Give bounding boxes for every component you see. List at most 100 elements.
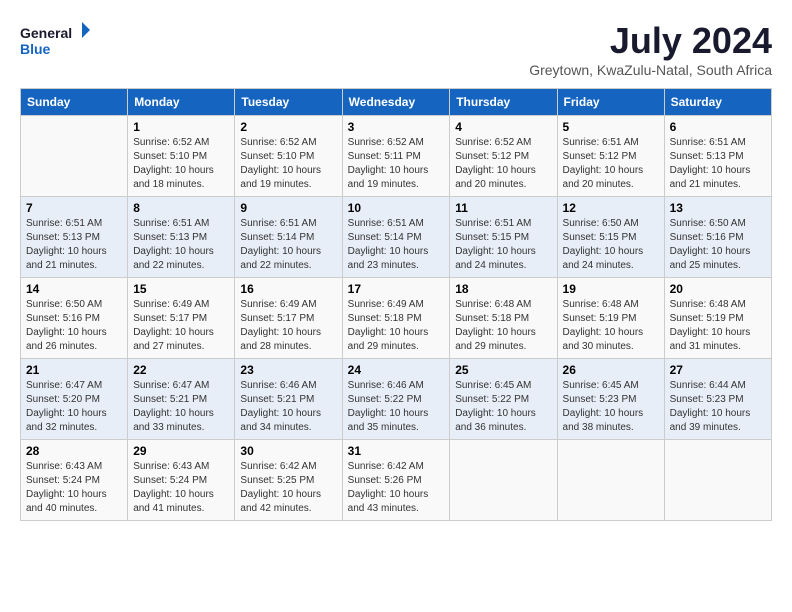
day-info: Sunrise: 6:50 AM Sunset: 5:16 PM Dayligh… bbox=[670, 217, 766, 273]
day-info: Sunrise: 6:46 AM Sunset: 5:22 PM Dayligh… bbox=[348, 379, 445, 435]
calendar-cell: 15 Sunrise: 6:49 AM Sunset: 5:17 PM Dayli… bbox=[128, 278, 235, 359]
day-number: 31 bbox=[348, 444, 445, 458]
svg-text:Blue: Blue bbox=[20, 41, 51, 57]
calendar-cell: 3Sunrise: 6:52 AM Sunset: 5:11 PM Daylig… bbox=[342, 116, 450, 197]
day-info: Sunrise: 6:51 AM Sunset: 5:14 PM Dayligh… bbox=[348, 217, 445, 273]
calendar-cell: 31Sunrise: 6:42 AM Sunset: 5:26 PM Dayli… bbox=[342, 440, 450, 521]
calendar-cell bbox=[21, 116, 128, 197]
day-info: Sunrise: 6:48 AM Sunset: 5:19 PM Dayligh… bbox=[670, 298, 766, 354]
day-number: 3 bbox=[348, 120, 445, 134]
page-header: General Blue July 2024 Greytown, KwaZulu… bbox=[20, 20, 772, 78]
column-header-monday: Monday bbox=[128, 89, 235, 116]
calendar-cell bbox=[664, 440, 771, 521]
day-info: Sunrise: 6:50 AM Sunset: 5:15 PM Dayligh… bbox=[563, 217, 659, 273]
logo-svg: General Blue bbox=[20, 20, 90, 65]
calendar-table: SundayMondayTuesdayWednesdayThursdayFrid… bbox=[20, 88, 772, 521]
column-header-thursday: Thursday bbox=[450, 89, 557, 116]
calendar-cell: 22 Sunrise: 6:47 AM Sunset: 5:21 PM Dayli… bbox=[128, 359, 235, 440]
day-number: 22 bbox=[133, 363, 229, 377]
day-info: Sunrise: 6:47 AM Sunset: 5:20 PM Dayligh… bbox=[26, 379, 122, 435]
calendar-cell: 4Sunrise: 6:52 AM Sunset: 5:12 PM Daylig… bbox=[450, 116, 557, 197]
day-info: Sunrise: 6:52 AM Sunset: 5:10 PM Dayligh… bbox=[240, 136, 336, 192]
svg-text:General: General bbox=[20, 25, 72, 41]
calendar-cell: 13 Sunrise: 6:50 AM Sunset: 5:16 PM Dayli… bbox=[664, 197, 771, 278]
day-info: Sunrise: 6:43 AM Sunset: 5:24 PM Dayligh… bbox=[133, 460, 229, 516]
day-number: 8 bbox=[133, 201, 229, 215]
day-info: Sunrise: 6:51 AM Sunset: 5:13 PM Dayligh… bbox=[133, 217, 229, 273]
day-number: 30 bbox=[240, 444, 336, 458]
calendar-cell bbox=[557, 440, 664, 521]
day-number: 18 bbox=[455, 282, 551, 296]
calendar-week-row: 14 Sunrise: 6:50 AM Sunset: 5:16 PM Dayli… bbox=[21, 278, 772, 359]
calendar-cell: 29 Sunrise: 6:43 AM Sunset: 5:24 PM Dayli… bbox=[128, 440, 235, 521]
day-number: 25 bbox=[455, 363, 551, 377]
calendar-cell bbox=[450, 440, 557, 521]
calendar-cell: 18 Sunrise: 6:48 AM Sunset: 5:18 PM Dayli… bbox=[450, 278, 557, 359]
calendar-header-row: SundayMondayTuesdayWednesdayThursdayFrid… bbox=[21, 89, 772, 116]
day-info: Sunrise: 6:48 AM Sunset: 5:19 PM Dayligh… bbox=[563, 298, 659, 354]
day-number: 26 bbox=[563, 363, 659, 377]
day-number: 11 bbox=[455, 201, 551, 215]
calendar-cell: 6 Sunrise: 6:51 AM Sunset: 5:13 PM Daylig… bbox=[664, 116, 771, 197]
month-year-title: July 2024 bbox=[529, 20, 772, 62]
calendar-cell: 17 Sunrise: 6:49 AM Sunset: 5:18 PM Dayli… bbox=[342, 278, 450, 359]
calendar-cell: 2 Sunrise: 6:52 AM Sunset: 5:10 PM Daylig… bbox=[235, 116, 342, 197]
calendar-cell: 9 Sunrise: 6:51 AM Sunset: 5:14 PM Daylig… bbox=[235, 197, 342, 278]
title-block: July 2024 Greytown, KwaZulu-Natal, South… bbox=[529, 20, 772, 78]
calendar-cell: 25Sunrise: 6:45 AM Sunset: 5:22 PM Dayli… bbox=[450, 359, 557, 440]
day-info: Sunrise: 6:47 AM Sunset: 5:21 PM Dayligh… bbox=[133, 379, 229, 435]
day-number: 21 bbox=[26, 363, 122, 377]
calendar-cell: 20 Sunrise: 6:48 AM Sunset: 5:19 PM Dayli… bbox=[664, 278, 771, 359]
calendar-cell: 1 Sunrise: 6:52 AM Sunset: 5:10 PM Daylig… bbox=[128, 116, 235, 197]
day-info: Sunrise: 6:51 AM Sunset: 5:14 PM Dayligh… bbox=[240, 217, 336, 273]
day-info: Sunrise: 6:52 AM Sunset: 5:10 PM Dayligh… bbox=[133, 136, 229, 192]
calendar-cell: 28Sunrise: 6:43 AM Sunset: 5:24 PM Dayli… bbox=[21, 440, 128, 521]
day-number: 28 bbox=[26, 444, 122, 458]
calendar-cell: 8 Sunrise: 6:51 AM Sunset: 5:13 PM Daylig… bbox=[128, 197, 235, 278]
day-info: Sunrise: 6:49 AM Sunset: 5:17 PM Dayligh… bbox=[240, 298, 336, 354]
day-number: 5 bbox=[563, 120, 659, 134]
column-header-saturday: Saturday bbox=[664, 89, 771, 116]
day-info: Sunrise: 6:49 AM Sunset: 5:18 PM Dayligh… bbox=[348, 298, 445, 354]
day-info: Sunrise: 6:46 AM Sunset: 5:21 PM Dayligh… bbox=[240, 379, 336, 435]
day-number: 15 bbox=[133, 282, 229, 296]
day-info: Sunrise: 6:51 AM Sunset: 5:12 PM Dayligh… bbox=[563, 136, 659, 192]
calendar-cell: 7Sunrise: 6:51 AM Sunset: 5:13 PM Daylig… bbox=[21, 197, 128, 278]
day-number: 24 bbox=[348, 363, 445, 377]
logo: General Blue bbox=[20, 20, 90, 65]
calendar-cell: 24 Sunrise: 6:46 AM Sunset: 5:22 PM Dayli… bbox=[342, 359, 450, 440]
calendar-cell: 10 Sunrise: 6:51 AM Sunset: 5:14 PM Dayli… bbox=[342, 197, 450, 278]
day-number: 1 bbox=[133, 120, 229, 134]
day-info: Sunrise: 6:45 AM Sunset: 5:23 PM Dayligh… bbox=[563, 379, 659, 435]
calendar-week-row: 7 Sunrise: 6:51 AM Sunset: 5:13 PM Daylig… bbox=[21, 197, 772, 278]
day-info: Sunrise: 6:49 AM Sunset: 5:17 PM Dayligh… bbox=[133, 298, 229, 354]
day-number: 17 bbox=[348, 282, 445, 296]
calendar-week-row: 1 Sunrise: 6:52 AM Sunset: 5:10 PM Daylig… bbox=[21, 116, 772, 197]
day-number: 6 bbox=[670, 120, 766, 134]
calendar-cell: 21 Sunrise: 6:47 AM Sunset: 5:20 PM Dayli… bbox=[21, 359, 128, 440]
day-info: Sunrise: 6:42 AM Sunset: 5:25 PM Dayligh… bbox=[240, 460, 336, 516]
calendar-cell: 14 Sunrise: 6:50 AM Sunset: 5:16 PM Dayli… bbox=[21, 278, 128, 359]
day-number: 29 bbox=[133, 444, 229, 458]
day-number: 19 bbox=[563, 282, 659, 296]
calendar-cell: 12Sunrise: 6:50 AM Sunset: 5:15 PM Dayli… bbox=[557, 197, 664, 278]
calendar-cell: 16Sunrise: 6:49 AM Sunset: 5:17 PM Dayli… bbox=[235, 278, 342, 359]
column-header-sunday: Sunday bbox=[21, 89, 128, 116]
day-number: 4 bbox=[455, 120, 551, 134]
day-number: 20 bbox=[670, 282, 766, 296]
day-info: Sunrise: 6:48 AM Sunset: 5:18 PM Dayligh… bbox=[455, 298, 551, 354]
calendar-week-row: 21 Sunrise: 6:47 AM Sunset: 5:20 PM Dayli… bbox=[21, 359, 772, 440]
day-number: 7 bbox=[26, 201, 122, 215]
day-number: 13 bbox=[670, 201, 766, 215]
day-number: 14 bbox=[26, 282, 122, 296]
day-number: 2 bbox=[240, 120, 336, 134]
calendar-cell: 19 Sunrise: 6:48 AM Sunset: 5:19 PM Dayli… bbox=[557, 278, 664, 359]
column-header-friday: Friday bbox=[557, 89, 664, 116]
day-info: Sunrise: 6:51 AM Sunset: 5:15 PM Dayligh… bbox=[455, 217, 551, 273]
calendar-cell: 23Sunrise: 6:46 AM Sunset: 5:21 PM Dayli… bbox=[235, 359, 342, 440]
day-number: 9 bbox=[240, 201, 336, 215]
calendar-cell: 30 Sunrise: 6:42 AM Sunset: 5:25 PM Dayli… bbox=[235, 440, 342, 521]
day-number: 10 bbox=[348, 201, 445, 215]
day-info: Sunrise: 6:50 AM Sunset: 5:16 PM Dayligh… bbox=[26, 298, 122, 354]
day-info: Sunrise: 6:51 AM Sunset: 5:13 PM Dayligh… bbox=[670, 136, 766, 192]
